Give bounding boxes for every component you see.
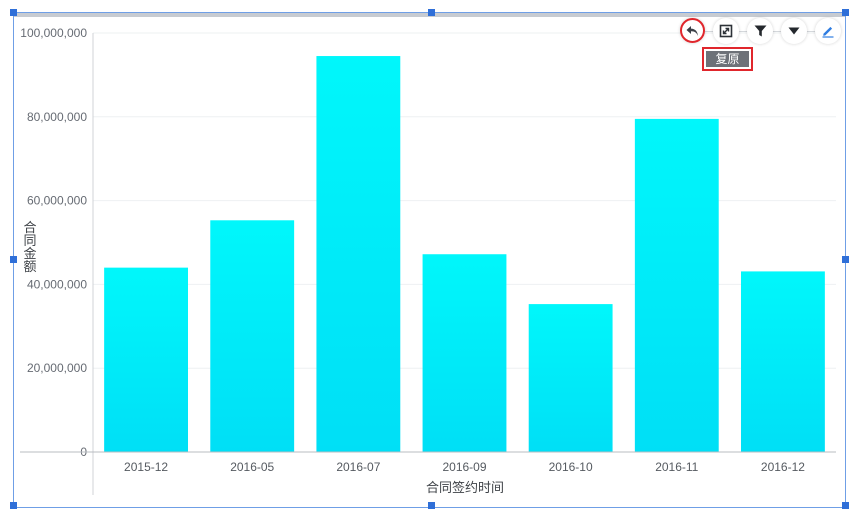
bar[interactable]: [210, 220, 295, 452]
restore-tooltip-label: 复原: [706, 51, 749, 67]
bars: [104, 56, 825, 453]
fullscreen-button[interactable]: [713, 18, 739, 44]
restore-button[interactable]: [680, 18, 705, 43]
bar[interactable]: [316, 56, 401, 453]
x-tick-label: 2016-07: [336, 460, 380, 474]
x-axis-title: 合同签约时间: [426, 480, 504, 495]
x-tick-label: 2016-10: [549, 460, 593, 474]
y-axis-title-text: 合同金额: [23, 220, 36, 274]
y-tick-label: 20,000,000: [27, 361, 87, 375]
y-tick-label: 80,000,000: [27, 110, 87, 124]
bar[interactable]: [104, 267, 188, 452]
y-tick-label: 40,000,000: [27, 277, 87, 291]
restore-tooltip: 复原: [702, 47, 753, 71]
x-tick-label: 2016-11: [655, 460, 698, 474]
filter-funnel-icon: [754, 25, 766, 37]
y-tick-label: 60,000,000: [27, 194, 87, 208]
bar[interactable]: [422, 254, 507, 452]
x-tick-label: 2016-12: [761, 460, 805, 474]
undo-arrow-icon: [686, 25, 698, 36]
edit-button[interactable]: [815, 18, 841, 44]
caret-down-icon: [788, 27, 800, 35]
bar[interactable]: [741, 271, 825, 452]
x-tick-label: 2016-09: [442, 460, 486, 474]
bar[interactable]: [528, 304, 613, 452]
x-tick-labels: 2015-12 2016-05 2016-07 2016-09 2016-10 2016-…: [124, 460, 805, 474]
expand-icon: [719, 24, 733, 38]
y-axis-title: 合同金额: [23, 220, 36, 274]
x-tick-label: 2016-05: [230, 460, 274, 474]
bar-chart: 020,000,00040,000,00060,000,00080,000,00…: [20, 26, 836, 495]
x-tick-label: 2015-12: [124, 460, 168, 474]
filter-button[interactable]: [747, 18, 773, 44]
y-tick-label: 100,000,000: [20, 26, 87, 40]
more-options-button[interactable]: [781, 18, 807, 44]
pencil-icon: [822, 26, 834, 38]
bar[interactable]: [634, 118, 719, 453]
